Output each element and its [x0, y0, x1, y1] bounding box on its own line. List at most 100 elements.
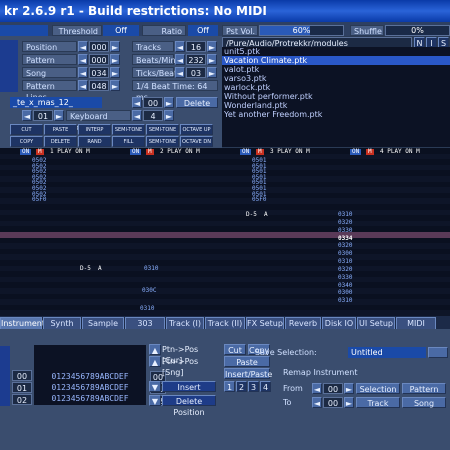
edit-button-top[interactable]: SEMI-TONE UP	[146, 124, 179, 144]
tracks-inc-button[interactable]: ►	[207, 41, 217, 52]
to-dec-button[interactable]: ◄	[312, 397, 322, 408]
tab-10[interactable]: MIDI Setup	[396, 317, 436, 340]
tab-4[interactable]: Track (I)	[166, 317, 204, 329]
from-inc-button[interactable]: ►	[344, 383, 354, 394]
track-button[interactable]: Track	[356, 397, 400, 408]
bpm-inc-button[interactable]: ►	[207, 54, 217, 65]
pattern-lines-value[interactable]: 048	[89, 80, 109, 91]
selection-button[interactable]: Selection	[356, 383, 400, 394]
cut-button[interactable]: Cut	[224, 344, 246, 355]
tracks-dec-button[interactable]: ◄	[175, 41, 185, 52]
edit-button-top[interactable]: OCTAVE UP	[180, 124, 213, 135]
channel-mute-badge[interactable]: M	[256, 149, 264, 155]
pattern-lines-inc-button[interactable]: ►	[110, 80, 120, 91]
edit-button-bottom[interactable]: FILL	[112, 136, 145, 147]
pattern-button[interactable]: Pattern	[402, 383, 446, 394]
tab-9[interactable]: UI Setup	[357, 317, 395, 329]
ptn-pos-sng-button[interactable]: Ptn->Pos [Sng]	[162, 356, 218, 377]
channel-mute-badge[interactable]: M	[146, 149, 154, 155]
insert-arrow-button[interactable]: ▼	[149, 381, 161, 392]
position-dec-button[interactable]: ◄	[78, 41, 88, 52]
bpm-dec-button[interactable]: ◄	[175, 54, 185, 65]
edit-button-bottom[interactable]: RAND	[78, 136, 111, 147]
pattern-editor[interactable]: 1 PLAY ON M ON M 2 PLAY ON M ON M 3 PLAY ON M O…	[0, 148, 450, 316]
instrument-inc-button[interactable]: ►	[164, 97, 174, 108]
tab-2[interactable]: Sample Ed.	[82, 317, 124, 340]
instrument-name-field[interactable]: _te_x_mas_12_	[10, 97, 102, 108]
tab-6[interactable]: FX Setup	[246, 317, 284, 329]
position-value[interactable]: 000	[89, 41, 109, 52]
shuffle-slider[interactable]: 0%	[385, 25, 450, 36]
channel-on-badge[interactable]: ON	[350, 149, 362, 155]
index-inc-button[interactable]: ►	[54, 110, 64, 121]
to-value[interactable]: 00	[323, 397, 343, 408]
edit-button-top[interactable]: SEMI-TONE UP	[112, 124, 145, 144]
song-button[interactable]: Song	[402, 397, 446, 408]
tab-3[interactable]: 303 Units	[125, 317, 165, 340]
tracks-value[interactable]: 16	[186, 41, 206, 52]
channel-header[interactable]: 3 PLAY ON M	[270, 149, 310, 155]
to-inc-button[interactable]: ►	[344, 397, 354, 408]
block-button-3[interactable]: 3	[248, 381, 259, 392]
tpb-inc-button[interactable]: ►	[207, 67, 217, 78]
top-left-field[interactable]	[0, 25, 48, 36]
arrow-up-button[interactable]: ▲	[149, 344, 161, 355]
pattern-lines-dec-button[interactable]: ◄	[78, 80, 88, 91]
pst-vol-slider[interactable]: 60%	[259, 25, 344, 36]
delete-position-button[interactable]: Delete Position	[162, 395, 216, 417]
song-length-dec-button[interactable]: ◄	[78, 67, 88, 78]
tab-5[interactable]: Track (II)	[205, 317, 245, 329]
block-button-2[interactable]: 2	[236, 381, 247, 392]
edit-button-bottom[interactable]: COPY	[10, 136, 43, 147]
channel-mute-badge[interactable]: M	[366, 149, 374, 155]
position-inc-button[interactable]: ►	[110, 41, 120, 52]
channel-mute-badge[interactable]: M	[36, 149, 44, 155]
pattern-inc-button[interactable]: ►	[110, 54, 120, 65]
tab-0[interactable]: Instrument	[0, 317, 45, 329]
octave-dec-button[interactable]: ◄	[132, 110, 142, 121]
insert-position-button[interactable]: Insert Position	[162, 381, 216, 403]
delete-instrument-button[interactable]: Delete	[176, 97, 218, 108]
file-list-item[interactable]: warlock.ptk	[222, 83, 450, 92]
file-list-item[interactable]: unit5.ptk	[222, 47, 450, 56]
block-button-4[interactable]: 4	[260, 381, 271, 392]
edit-button-bottom[interactable]: SEMI-TONE DN	[146, 136, 179, 156]
threshold-value[interactable]: Off	[103, 25, 139, 36]
insert-paste-button[interactable]: Insert/Paste	[224, 368, 272, 379]
channel-on-badge[interactable]: ON	[240, 149, 252, 155]
tab-7[interactable]: Reverb	[285, 317, 321, 329]
ptn-pos-cur-button[interactable]: Ptn->Pos [Cur]	[162, 344, 218, 365]
from-value[interactable]: 00	[323, 383, 343, 394]
pattern-value[interactable]: 000	[89, 54, 109, 65]
edit-button-bottom[interactable]: OCTAVE DN	[180, 136, 213, 147]
arrow-up2-button[interactable]: ▲	[149, 356, 161, 367]
tpb-dec-button[interactable]: ◄	[175, 67, 185, 78]
tab-1[interactable]: Synth	[43, 317, 81, 329]
file-list-item[interactable]: Wonderland.ptk	[222, 101, 450, 110]
instrument-number[interactable]: 00	[143, 97, 163, 108]
file-list-item[interactable]: valot.ptk	[222, 65, 450, 74]
tpb-value[interactable]: 03	[186, 67, 206, 78]
channel-on-badge[interactable]: ON	[130, 149, 142, 155]
octave-inc-button[interactable]: ►	[164, 110, 174, 121]
edit-button-top[interactable]: PASTE	[44, 124, 77, 135]
edit-button-top[interactable]: INTERP	[78, 124, 111, 135]
tab-8[interactable]: Disk IO	[322, 317, 356, 329]
channel-header[interactable]: 1 PLAY ON M	[50, 149, 90, 155]
from-dec-button[interactable]: ◄	[312, 383, 322, 394]
channel-on-badge[interactable]: ON	[20, 149, 32, 155]
block-button-1[interactable]: 1	[224, 381, 235, 392]
ratio-value[interactable]: Off	[188, 25, 218, 36]
edit-button-bottom[interactable]: DELETE	[44, 136, 77, 147]
file-list-item[interactable]: Without performer.ptk	[222, 92, 450, 101]
save-selection-input[interactable]: Untitled	[348, 347, 426, 358]
pattern-dec-button[interactable]: ◄	[78, 54, 88, 65]
file-list-item[interactable]: Vacation Climate.ptk	[222, 56, 450, 65]
song-length-value[interactable]: 034	[89, 67, 109, 78]
delete-arrow-button[interactable]: ▼	[149, 395, 161, 406]
instrument-dec-button[interactable]: ◄	[132, 97, 142, 108]
save-selection-button[interactable]	[428, 347, 448, 358]
edit-button-top[interactable]: CUT	[10, 124, 43, 135]
channel-header[interactable]: 2 PLAY ON M	[160, 149, 200, 155]
file-list-item[interactable]: varso3.ptk	[222, 74, 450, 83]
